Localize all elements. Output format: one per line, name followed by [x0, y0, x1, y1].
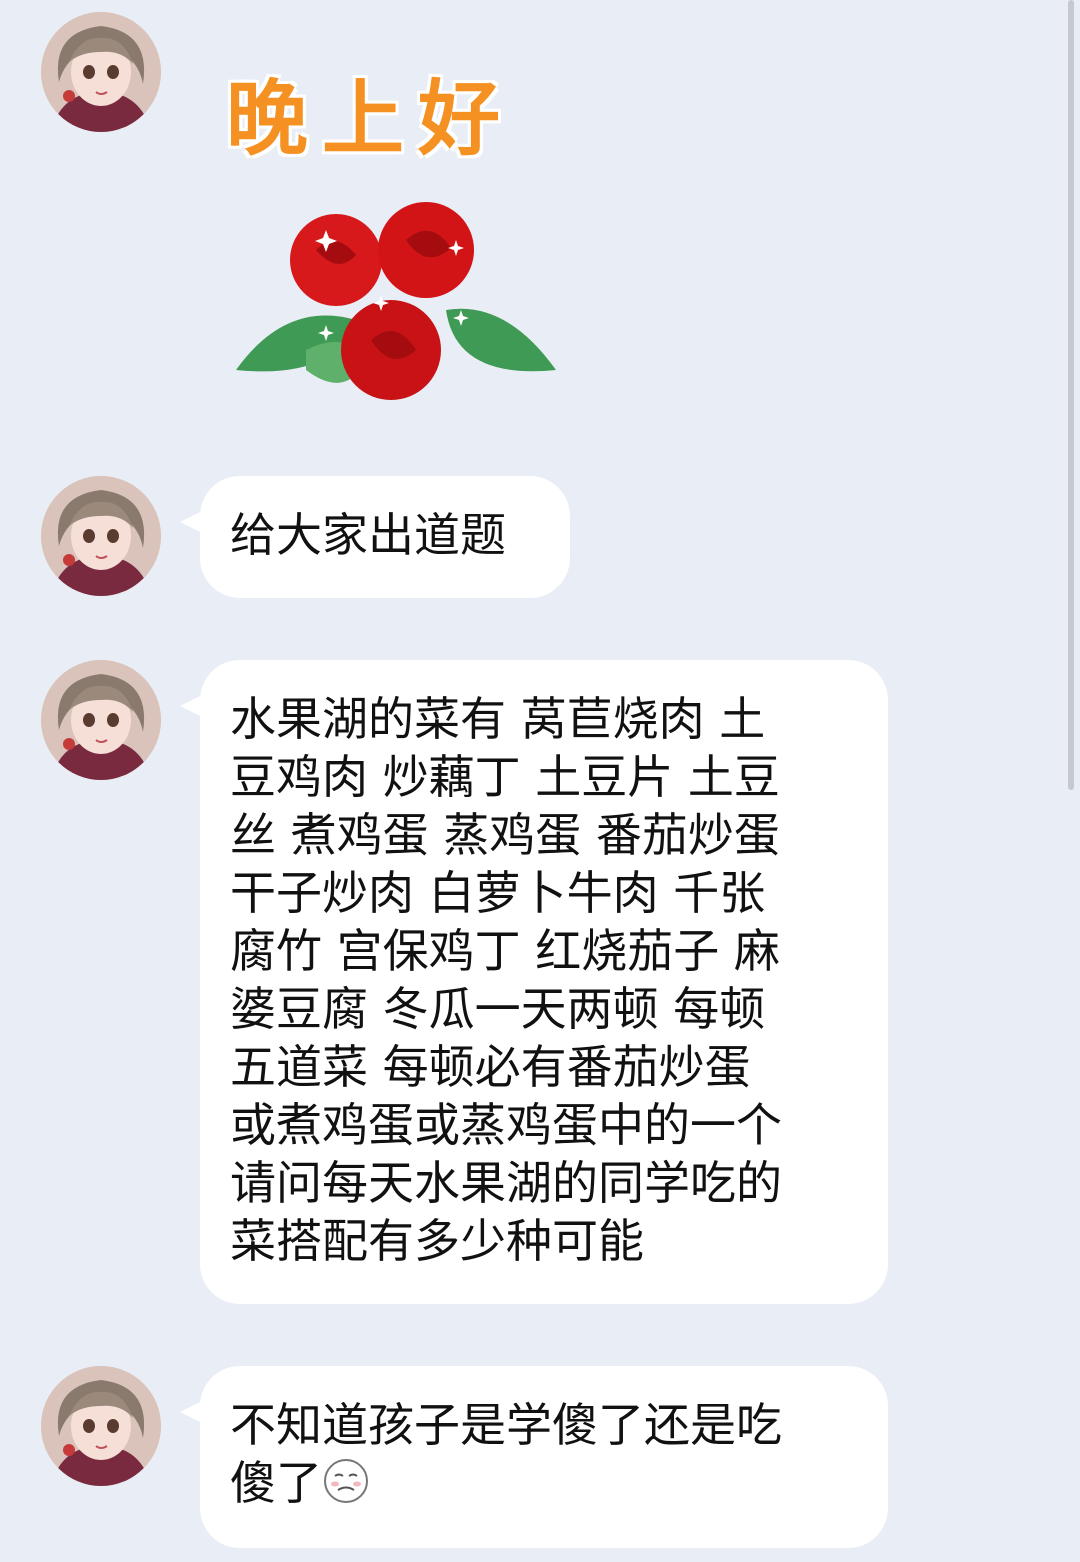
message-bubble[interactable]: 不知道孩子是学傻了还是吃 傻了 [180, 1366, 888, 1548]
greeting-sticker-text: 晚上好 [226, 72, 515, 167]
message-bubble[interactable]: 水果湖的菜有 莴苣烧肉 土 豆鸡肉 炒藕丁 土豆片 土豆 丝 煮鸡蛋 蒸鸡蛋 番… [180, 660, 888, 1304]
chat-area[interactable]: 晚上好 给大家出道题 水果湖的菜有 莴苣烧肉 土 豆鸡肉 炒藕丁 土豆片 土豆 … [0, 0, 1080, 1562]
message-bubble[interactable]: 给大家出道题 [180, 476, 570, 598]
avatar[interactable] [41, 12, 161, 132]
smirk-emoji-icon [324, 1459, 368, 1503]
rose-sticker [236, 202, 556, 400]
message-text: 不知道孩子是学傻了还是吃 傻了 [230, 1398, 782, 1510]
avatar[interactable] [41, 660, 161, 780]
avatar[interactable] [41, 1366, 161, 1486]
avatar[interactable] [41, 476, 161, 596]
scrollbar[interactable] [1068, 0, 1074, 790]
